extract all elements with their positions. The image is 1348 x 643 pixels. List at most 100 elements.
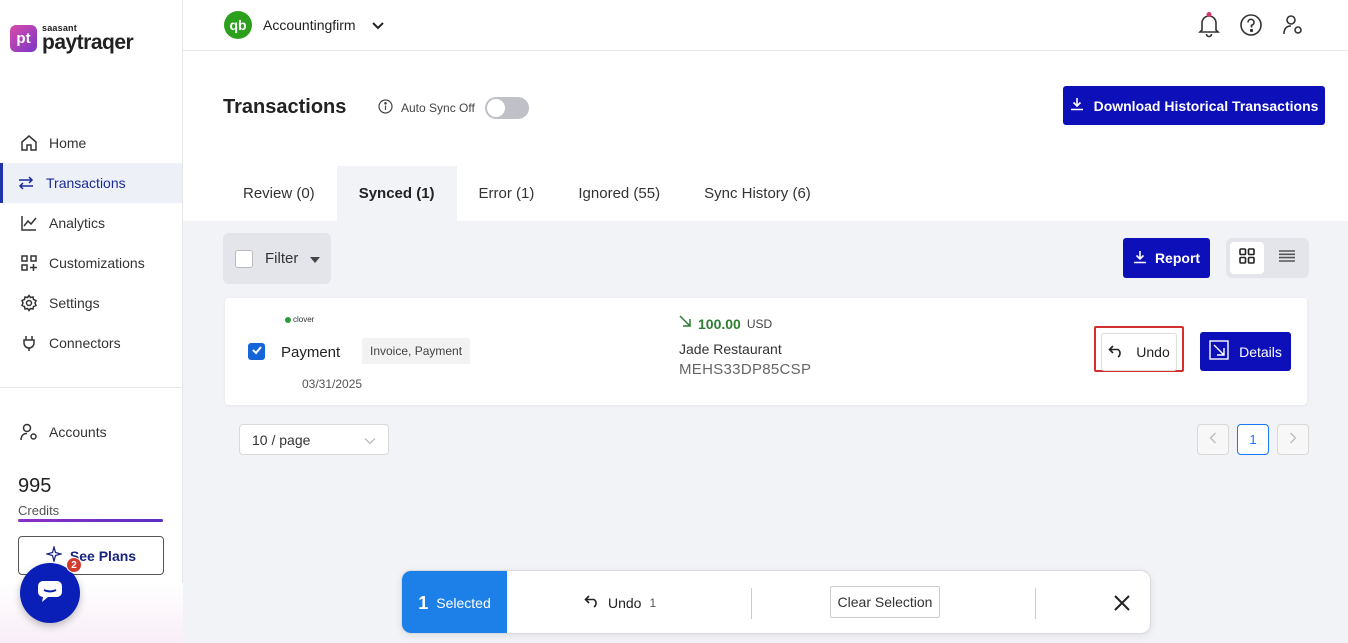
sidebar-item-transactions[interactable]: Transactions bbox=[0, 163, 182, 203]
view-toggle bbox=[1226, 238, 1309, 278]
grid-view-button[interactable] bbox=[1230, 242, 1264, 274]
sidebar-item-label: Connectors bbox=[49, 335, 121, 351]
download-historical-button[interactable]: Download Historical Transactions bbox=[1063, 86, 1325, 125]
sidebar-item-customizations[interactable]: Customizations bbox=[0, 243, 182, 283]
selection-bar: 1 Selected Undo 1 Clear Selection bbox=[401, 570, 1151, 634]
sidebar-nav: Home Transactions Analytics Customizatio… bbox=[0, 123, 182, 363]
details-icon bbox=[1209, 340, 1229, 363]
download-label: Download Historical Transactions bbox=[1093, 97, 1319, 114]
grid-view-icon bbox=[1238, 247, 1256, 270]
undo-icon bbox=[584, 594, 600, 611]
tab-ignored[interactable]: Ignored (55) bbox=[556, 166, 682, 221]
bulk-undo-label: Undo bbox=[608, 594, 642, 611]
undo-button[interactable]: Undo bbox=[1101, 333, 1177, 371]
tab-review[interactable]: Review (0) bbox=[221, 166, 337, 221]
tab-sync-history[interactable]: Sync History (6) bbox=[682, 166, 833, 221]
transaction-tag: Invoice, Payment bbox=[362, 338, 471, 364]
selected-count-label: Selected bbox=[436, 595, 491, 611]
quickbooks-logo: qb bbox=[224, 11, 252, 39]
select-all-checkbox[interactable] bbox=[235, 249, 253, 268]
next-page-button[interactable] bbox=[1277, 424, 1309, 455]
transaction-type: Payment bbox=[281, 344, 341, 361]
logo-big-text: paytraqer bbox=[42, 31, 134, 54]
sidebar-item-label: Customizations bbox=[49, 255, 145, 271]
list-view-button[interactable] bbox=[1270, 242, 1304, 274]
sidebar-item-settings[interactable]: Settings bbox=[0, 283, 182, 323]
clover-logo: clover bbox=[285, 315, 314, 324]
user-gear-icon bbox=[20, 423, 38, 441]
chat-icon bbox=[37, 579, 63, 608]
chevron-down-icon bbox=[364, 432, 376, 448]
prev-page-button[interactable] bbox=[1197, 424, 1229, 455]
page-title: Transactions bbox=[223, 96, 347, 118]
chevron-left-icon bbox=[1209, 432, 1217, 447]
home-icon bbox=[20, 134, 38, 152]
gear-icon bbox=[20, 294, 38, 312]
sidebar-divider bbox=[0, 387, 182, 388]
bell-icon[interactable] bbox=[1196, 12, 1222, 38]
grid-icon bbox=[20, 254, 38, 272]
company-name[interactable]: Accountingfirm bbox=[263, 17, 356, 33]
filter-control[interactable]: Filter bbox=[223, 233, 331, 284]
credits-label: Credits bbox=[18, 503, 60, 518]
user-settings-icon[interactable] bbox=[1280, 12, 1306, 38]
undo-label: Undo bbox=[1136, 344, 1170, 360]
toggle-knob bbox=[486, 99, 505, 117]
paytraqer-logo[interactable]: pt saasant paytraqer bbox=[10, 24, 134, 54]
chart-icon bbox=[20, 214, 38, 232]
amount-currency: USD bbox=[746, 317, 773, 331]
bulk-undo-button[interactable]: Undo 1 bbox=[584, 594, 656, 611]
page-1-button[interactable]: 1 bbox=[1237, 424, 1269, 455]
transaction-amount: 100.00 USD bbox=[678, 314, 772, 333]
auto-sync-toggle[interactable] bbox=[484, 97, 529, 119]
sidebar-item-analytics[interactable]: Analytics bbox=[0, 203, 182, 243]
help-icon[interactable] bbox=[1238, 12, 1264, 38]
auto-sync-label: Auto Sync Off bbox=[401, 101, 475, 115]
plug-icon bbox=[20, 334, 38, 352]
report-button[interactable]: Report bbox=[1123, 238, 1210, 278]
list-view-icon bbox=[1278, 247, 1296, 270]
divider bbox=[1035, 588, 1036, 619]
clover-icon bbox=[285, 316, 291, 323]
logo-wordmark: saasant paytraqer bbox=[42, 24, 134, 54]
clear-selection-button[interactable]: Clear Selection bbox=[830, 586, 940, 618]
amount-value: 100.00 bbox=[698, 315, 741, 332]
check-icon bbox=[251, 343, 263, 361]
tab-synced[interactable]: Synced (1) bbox=[336, 166, 457, 221]
sidebar-item-connectors[interactable]: Connectors bbox=[0, 323, 182, 363]
chevron-down-icon[interactable] bbox=[371, 16, 385, 39]
transfer-icon bbox=[17, 174, 35, 192]
sidebar-item-accounts[interactable]: Accounts bbox=[0, 412, 182, 452]
undo-icon bbox=[1108, 344, 1124, 361]
sidebar-item-label: Analytics bbox=[49, 215, 106, 231]
transaction-date: 03/31/2025 bbox=[302, 377, 363, 391]
sidebar-item-label: Home bbox=[49, 135, 87, 151]
clover-label: clover bbox=[293, 315, 315, 324]
sidebar-item-label: Transactions bbox=[46, 175, 126, 191]
tab-error[interactable]: Error (1) bbox=[457, 166, 557, 221]
bulk-undo-count: 1 bbox=[649, 595, 657, 610]
sidebar-accounts[interactable]: Accounts bbox=[0, 412, 182, 452]
info-icon[interactable] bbox=[378, 99, 393, 117]
credits-bar bbox=[18, 519, 163, 522]
divider bbox=[751, 588, 752, 619]
details-label: Details bbox=[1239, 343, 1282, 360]
details-button[interactable]: Details bbox=[1200, 332, 1291, 371]
page-size-value: 10 / page bbox=[252, 431, 311, 448]
page-size-select[interactable]: 10 / page bbox=[239, 424, 389, 455]
logo-mark: pt bbox=[10, 25, 37, 52]
sidebar-item-home[interactable]: Home bbox=[0, 123, 182, 163]
sidebar: pt saasant paytraqer Home Transactions A… bbox=[0, 0, 183, 643]
download-icon bbox=[1133, 250, 1147, 267]
download-icon bbox=[1070, 97, 1084, 114]
selected-count-number: 1 bbox=[418, 592, 429, 613]
close-icon[interactable] bbox=[1108, 589, 1136, 617]
report-label: Report bbox=[1154, 250, 1201, 266]
transaction-checkbox[interactable] bbox=[248, 343, 265, 360]
selected-count: 1 Selected bbox=[402, 571, 507, 633]
chevron-right-icon bbox=[1289, 432, 1297, 447]
caret-down-icon bbox=[310, 250, 321, 267]
filter-label: Filter bbox=[265, 250, 299, 267]
arrow-down-right-icon bbox=[678, 314, 692, 333]
customer-name: Jade Restaurant bbox=[679, 341, 782, 357]
